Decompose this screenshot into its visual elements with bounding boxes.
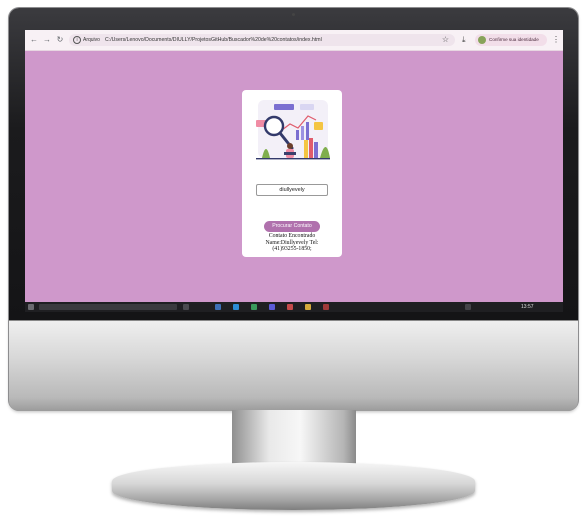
desk-line xyxy=(256,158,330,160)
url-text[interactable]: C:/Users/Lenovo/Documents/DIULLY/Projeto… xyxy=(105,35,322,45)
contact-search-card: Procurar Contato Contato Encontrado Name… xyxy=(242,90,342,257)
binder-2 xyxy=(309,138,313,158)
taskbar-search[interactable] xyxy=(39,304,177,310)
bar-2 xyxy=(301,126,304,140)
app-icon-green[interactable] xyxy=(251,304,257,310)
result-title: Contato Encontrado xyxy=(268,233,316,239)
forward-icon[interactable]: → xyxy=(42,35,52,45)
tray-icon[interactable] xyxy=(465,304,471,310)
windows-taskbar: 13:57 xyxy=(25,302,563,312)
app-icon-darkred[interactable] xyxy=(323,304,329,310)
browser-toolbar: ← → ↻ i Arquivo C:/Users/Lenovo/Document… xyxy=(25,30,563,51)
identity-button-label: Confirme sua identidade xyxy=(489,37,539,42)
webcam-icon xyxy=(292,13,295,16)
laptop xyxy=(284,152,296,155)
search-contact-button[interactable]: Procurar Contato xyxy=(264,221,320,232)
app-icon-yellow[interactable] xyxy=(305,304,311,310)
monitor-stand-neck xyxy=(232,410,356,470)
monitor-chin xyxy=(9,320,578,411)
header-chip xyxy=(274,104,294,110)
person-head xyxy=(287,143,293,149)
bar-1 xyxy=(296,130,299,140)
start-icon[interactable] xyxy=(28,304,34,310)
header-chip-2 xyxy=(300,104,314,110)
file-explorer-icon[interactable] xyxy=(215,304,221,310)
site-info-chip[interactable]: Arquivo xyxy=(83,35,100,45)
identity-button[interactable]: Confirme sua identidade xyxy=(475,34,547,46)
bookmark-star-icon[interactable]: ☆ xyxy=(442,34,449,46)
more-menu-icon[interactable]: ⋮ xyxy=(552,34,560,46)
contact-search-input[interactable] xyxy=(256,184,328,196)
result-phone: (41)93255-1850; xyxy=(272,246,312,253)
sticky-note xyxy=(314,122,323,130)
bar-3 xyxy=(306,122,309,140)
monitor-screen: ← → ↻ i Arquivo C:/Users/Lenovo/Document… xyxy=(25,30,563,312)
binder-1 xyxy=(304,140,308,158)
app-icon-blue[interactable] xyxy=(269,304,275,310)
monitor-stand-base xyxy=(112,462,475,510)
back-icon[interactable]: ← xyxy=(29,35,39,45)
search-result: Contato Encontrado Name:Diullyevely Tel:… xyxy=(258,233,326,253)
search-analytics-illustration xyxy=(256,100,330,160)
address-bar[interactable]: i Arquivo C:/Users/Lenovo/Documents/DIUL… xyxy=(69,34,455,46)
edge-icon[interactable] xyxy=(233,304,239,310)
binder-3 xyxy=(314,142,318,158)
app-icon-red[interactable] xyxy=(287,304,293,310)
profile-avatar-icon xyxy=(478,36,486,44)
task-view-icon[interactable] xyxy=(183,304,189,310)
taskbar-clock[interactable]: 13:57 xyxy=(521,302,534,312)
download-icon[interactable]: ⤓ xyxy=(462,35,466,45)
info-icon[interactable]: i xyxy=(73,36,81,44)
reload-icon[interactable]: ↻ xyxy=(55,35,65,45)
